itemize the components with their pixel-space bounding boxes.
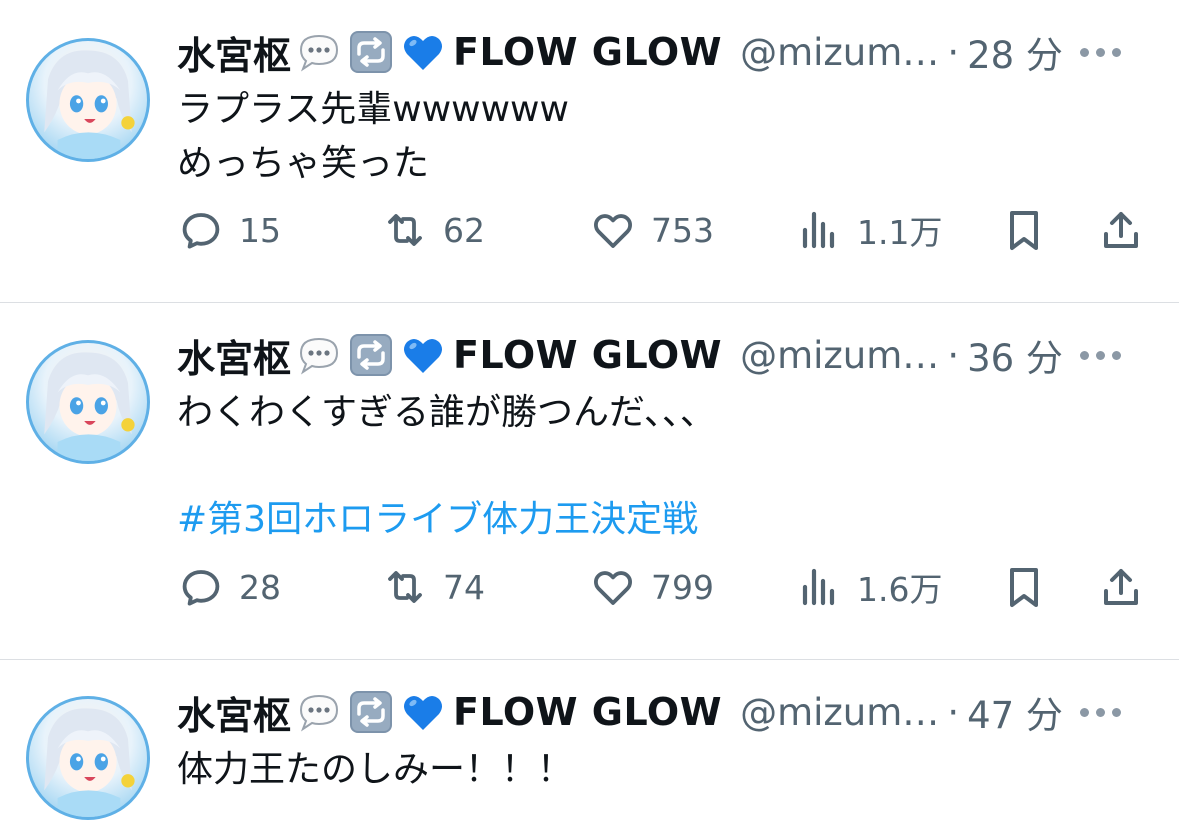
share-button[interactable] xyxy=(1097,206,1145,254)
timestamp[interactable]: 47 分 xyxy=(967,685,1063,739)
action-bar: 28 74 799 1.6万 xyxy=(177,563,1149,623)
views-icon xyxy=(802,568,835,606)
author-handle[interactable]: @mizum… xyxy=(740,691,939,734)
tweet-text-line: 体力王たのしみー！！！ xyxy=(177,749,574,790)
author-name[interactable]: 水宮枢 xyxy=(177,25,291,80)
avatar-image xyxy=(44,352,135,461)
repost-button[interactable]: 74 xyxy=(381,563,485,611)
reply-button[interactable]: 15 xyxy=(177,206,281,254)
repost-icon xyxy=(388,214,422,246)
tweet-header: 水宮枢 FLOW GLOW @mizum… · 47 分 xyxy=(177,684,1155,740)
share-icon xyxy=(1104,569,1138,605)
author-brand[interactable]: FLOW GLOW xyxy=(453,690,722,734)
tweet[interactable]: 水宮枢 FLOW GLOW @mizum… · 36 分 わくわくすぎる誰が勝つ… xyxy=(0,303,1179,659)
author-handle[interactable]: @mizum… xyxy=(740,31,939,74)
reply-button[interactable]: 28 xyxy=(177,563,281,611)
tweet[interactable]: 水宮枢 FLOW GLOW @mizum… · 28 分 ラプラス先輩wwwww… xyxy=(0,0,1179,302)
share-icon xyxy=(1104,212,1138,248)
repeat-arrows-icon xyxy=(347,688,395,736)
speech-balloon-icon xyxy=(295,688,343,736)
repost-count: 62 xyxy=(443,210,485,250)
avatar[interactable] xyxy=(26,38,150,162)
avatar[interactable] xyxy=(26,696,150,820)
author-brand[interactable]: FLOW GLOW xyxy=(453,333,722,377)
repeat-arrows-icon xyxy=(347,28,395,76)
repost-count: 74 xyxy=(443,567,485,607)
bookmark-icon xyxy=(1010,211,1038,250)
tweet-text-line: めっちゃ笑った xyxy=(177,143,430,184)
separator-dot: · xyxy=(947,30,960,74)
blue-heart-icon xyxy=(399,331,447,379)
like-icon xyxy=(594,214,632,248)
blue-heart-icon xyxy=(399,28,447,76)
author-handle[interactable]: @mizum… xyxy=(740,334,939,377)
separator-dot: · xyxy=(947,333,960,377)
views-button[interactable]: 1.6万 xyxy=(795,563,942,611)
avatar-image xyxy=(44,708,135,817)
speech-balloon-icon xyxy=(295,331,343,379)
reply-count: 15 xyxy=(239,210,281,250)
like-button[interactable]: 753 xyxy=(589,206,714,254)
separator-dot: · xyxy=(947,690,960,734)
timestamp[interactable]: 28 分 xyxy=(967,25,1063,79)
author-name[interactable]: 水宮枢 xyxy=(177,685,291,740)
reply-icon xyxy=(182,570,220,606)
action-bar: 15 62 753 1.1万 xyxy=(177,206,1149,266)
bookmark-button[interactable] xyxy=(1000,206,1048,254)
repeat-arrows-icon xyxy=(347,331,395,379)
author-name[interactable]: 水宮枢 xyxy=(177,328,291,383)
tweet[interactable]: 水宮枢 FLOW GLOW @mizum… · 47 分 体力王たのしみー！！！ xyxy=(0,660,1179,820)
reply-icon xyxy=(182,213,220,249)
timestamp[interactable]: 36 分 xyxy=(967,328,1063,382)
like-count: 753 xyxy=(651,210,714,250)
tweet-header: 水宮枢 FLOW GLOW @mizum… · 28 分 xyxy=(177,24,1155,80)
repost-button[interactable]: 62 xyxy=(381,206,485,254)
hashtag-link[interactable]: #第3回ホロライブ体力王決定戦 xyxy=(177,493,698,547)
bookmark-icon xyxy=(1010,568,1038,607)
view-count: 1.6万 xyxy=(857,570,943,609)
more-options-icon[interactable] xyxy=(1080,350,1121,360)
tweet-text-line: わくわくすぎる誰が勝つんだ、、、 xyxy=(177,392,716,433)
tweet-text-line: ラプラス先輩wwwwww xyxy=(177,89,569,130)
like-button[interactable]: 799 xyxy=(589,563,714,611)
bookmark-button[interactable] xyxy=(1000,563,1048,611)
repost-icon xyxy=(388,571,422,603)
more-options-icon[interactable] xyxy=(1080,47,1121,57)
reply-count: 28 xyxy=(239,567,281,607)
blue-heart-icon xyxy=(399,688,447,736)
more-options-icon[interactable] xyxy=(1080,707,1121,717)
views-icon xyxy=(802,211,835,249)
tweet-header: 水宮枢 FLOW GLOW @mizum… · 36 分 xyxy=(177,327,1155,383)
like-icon xyxy=(594,571,632,605)
avatar-image xyxy=(44,50,135,159)
speech-balloon-icon xyxy=(295,28,343,76)
like-count: 799 xyxy=(651,567,714,607)
author-brand[interactable]: FLOW GLOW xyxy=(453,30,722,74)
share-button[interactable] xyxy=(1097,563,1145,611)
view-count: 1.1万 xyxy=(857,213,943,252)
views-button[interactable]: 1.1万 xyxy=(795,206,942,254)
avatar[interactable] xyxy=(26,340,150,464)
